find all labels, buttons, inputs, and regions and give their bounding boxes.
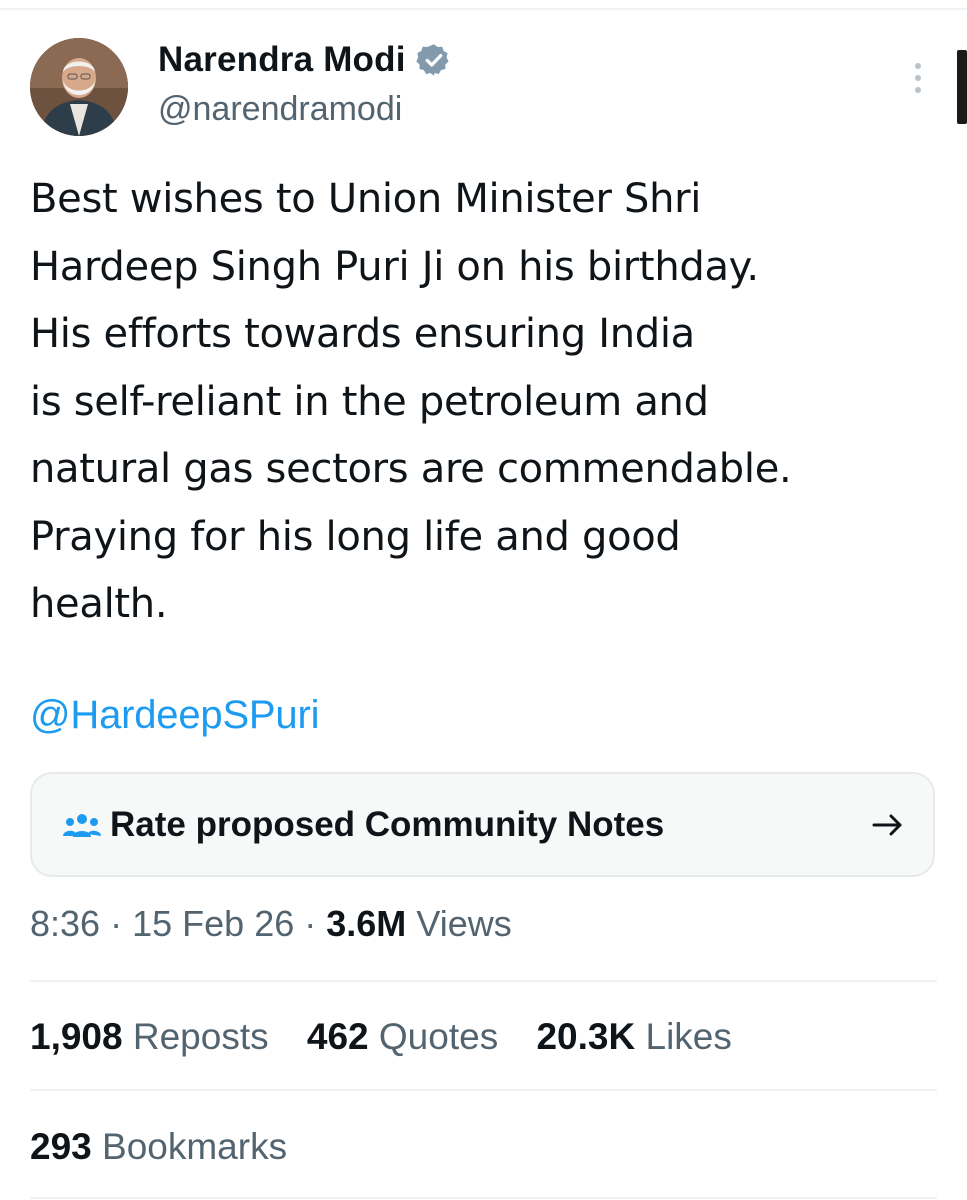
divider xyxy=(30,980,937,982)
tweet-text-line: Best wishes to Union Minister Shri xyxy=(30,176,702,222)
likes-stat[interactable]: 20.3K Likes xyxy=(536,1016,731,1058)
people-icon xyxy=(62,810,102,840)
verified-badge-icon[interactable] xyxy=(415,42,452,78)
tweet-text-line: natural gas sectors are commendable. xyxy=(30,446,792,492)
arrow-right-icon xyxy=(870,810,906,840)
bookmarks-stat[interactable]: 293 Bookmarks xyxy=(30,1126,287,1168)
views-count: 3.6M xyxy=(326,903,407,944)
tweet-detail-page: Narendra Modi @narendramodi Best wishes … xyxy=(0,0,967,1200)
engagement-stats: 1,908 Reposts 462 Quotes 20.3K Likes xyxy=(30,1016,760,1058)
views-label: Views xyxy=(416,903,512,944)
avatar[interactable] xyxy=(30,38,128,136)
author-handle[interactable]: @narendramodi xyxy=(158,90,402,129)
likes-label: Likes xyxy=(645,1016,732,1057)
tweet-text-line: His efforts towards ensuring India xyxy=(30,311,695,357)
community-notes-label: Rate proposed Community Notes xyxy=(110,805,665,844)
tweet-text-line: Praying for his long life and good xyxy=(30,513,681,560)
reposts-count: 1,908 xyxy=(30,1016,123,1057)
reposts-label: Reposts xyxy=(132,1016,269,1057)
meta-separator: · xyxy=(110,903,123,944)
divider xyxy=(30,1197,937,1199)
avatar-photo xyxy=(30,38,128,136)
tweet-text: Best wishes to Union Minister Shri Harde… xyxy=(30,166,950,639)
mention-link[interactable]: @HardeepSPuri xyxy=(30,693,319,738)
tweet-text-line: health. xyxy=(30,581,168,627)
meta-separator: · xyxy=(304,903,317,944)
reposts-stat[interactable]: 1,908 Reposts xyxy=(30,1016,269,1058)
tweet-meta: 8:36 · 15 Feb 26 · 3.6M Views xyxy=(30,903,512,945)
quotes-label: Quotes xyxy=(378,1016,499,1057)
more-options-icon[interactable] xyxy=(900,58,936,98)
quotes-stat[interactable]: 462 Quotes xyxy=(307,1016,498,1058)
tweet-text-line: Hardeep Singh Puri Ji on his birthday. xyxy=(30,243,759,290)
tweet-text-line: is self-reliant in the petroleum and xyxy=(30,378,709,425)
tweet-date[interactable]: 15 Feb 26 xyxy=(132,903,294,944)
quotes-count: 462 xyxy=(306,1016,369,1057)
likes-count: 20.3K xyxy=(536,1016,636,1057)
community-notes-button[interactable]: Rate proposed Community Notes xyxy=(30,772,935,877)
divider xyxy=(30,1089,937,1091)
author-display-name[interactable]: Narendra Modi xyxy=(158,40,406,80)
top-divider xyxy=(0,8,967,10)
bookmarks-label: Bookmarks xyxy=(102,1126,288,1167)
tweet-time[interactable]: 8:36 xyxy=(30,903,100,944)
scrollbar-thumb[interactable] xyxy=(957,50,967,124)
bookmarks-count: 293 xyxy=(30,1126,92,1167)
author-name-row[interactable]: Narendra Modi xyxy=(158,40,452,80)
